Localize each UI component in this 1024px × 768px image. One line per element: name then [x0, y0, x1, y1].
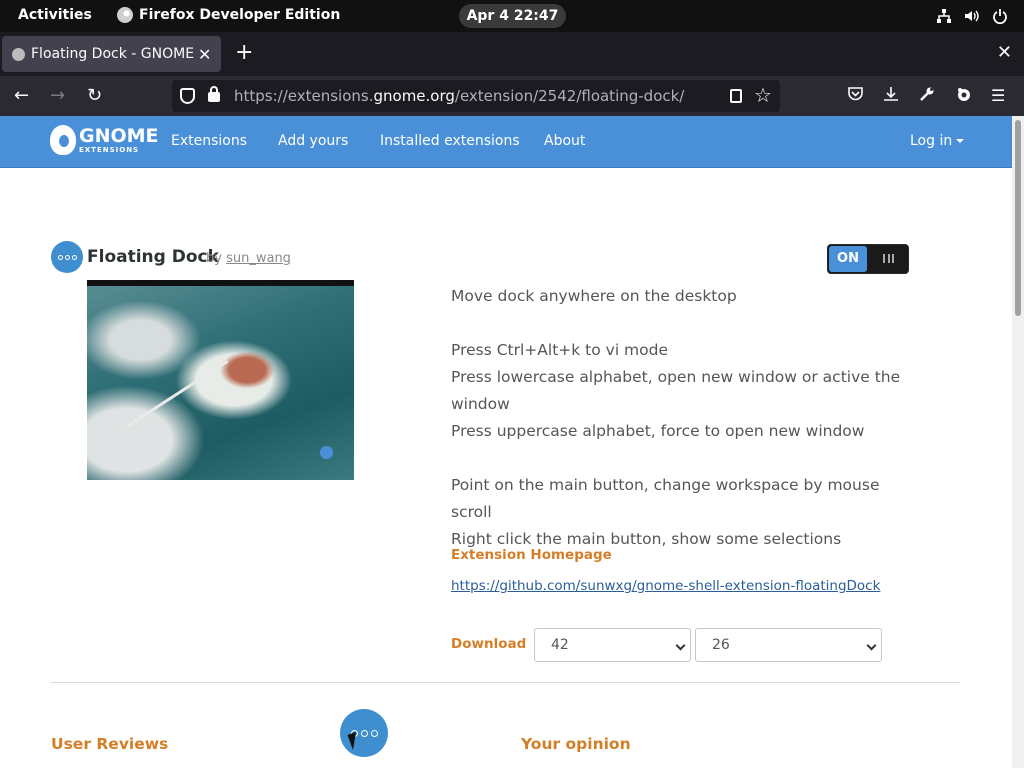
nav-about[interactable]: About	[544, 133, 585, 149]
scrollbar-thumb[interactable]	[1015, 120, 1021, 316]
description-line: Press lowercase alphabet, open new windo…	[451, 368, 901, 413]
downloads-icon[interactable]	[883, 86, 899, 107]
volume-icon[interactable]	[964, 8, 980, 24]
window-close-button[interactable]: ✕	[997, 44, 1012, 62]
user-reviews-heading: User Reviews	[51, 735, 169, 753]
network-icon[interactable]	[936, 8, 952, 24]
shell-version-select[interactable]: 42	[534, 628, 691, 662]
extension-icon[interactable]	[955, 86, 971, 107]
nav-add-yours[interactable]: Add yours	[278, 133, 348, 149]
bookmark-star-icon[interactable]: ☆	[754, 83, 772, 107]
screenshot-bridge	[126, 359, 229, 428]
extension-toggle-switch[interactable]: ON	[827, 244, 909, 274]
toggle-grip-icon	[883, 254, 894, 263]
extension-name: Floating Dock	[87, 247, 219, 267]
gnome-extensions-logo[interactable]: GNOME EXTENSIONS	[50, 125, 159, 155]
section-divider	[51, 682, 960, 683]
description-line: Press uppercase alphabet, force to open …	[451, 422, 865, 440]
extension-icon	[51, 241, 83, 273]
logo-word: GNOME	[79, 124, 159, 147]
homepage-heading: Extension Homepage	[451, 547, 612, 563]
screenshot-dock-icon	[320, 446, 333, 459]
login-dropdown[interactable]: Log in	[910, 133, 965, 149]
homepage-link[interactable]: https://github.com/sunwxg/gnome-shell-ex…	[451, 578, 880, 594]
description-line: Press Ctrl+Alt+k to vi mode	[451, 341, 669, 359]
system-tray[interactable]	[936, 8, 1008, 25]
description-line: Move dock anywhere on the desktop	[451, 287, 737, 305]
wrench-icon[interactable]	[919, 86, 935, 107]
tab-bar: Floating Dock - GNOME S ✕ + ✕	[0, 32, 1024, 76]
site-header: GNOME EXTENSIONS Extensions Add yours In…	[0, 116, 1012, 168]
nav-installed-extensions[interactable]: Installed extensions	[380, 133, 520, 149]
new-tab-button[interactable]: +	[235, 42, 253, 64]
tab-title: Floating Dock - GNOME S	[31, 46, 196, 62]
toggle-on-label: ON	[829, 246, 867, 272]
nav-extensions[interactable]: Extensions	[171, 133, 247, 149]
caret-down-icon	[956, 139, 965, 143]
extension-version-select[interactable]: 26	[695, 628, 882, 662]
power-icon[interactable]	[992, 8, 1008, 25]
extension-byline: by sun_wang	[206, 251, 291, 266]
firefox-icon	[117, 7, 133, 23]
your-opinion-heading: Your opinion	[521, 735, 631, 753]
tab-close-icon[interactable]: ✕	[198, 45, 211, 64]
floating-dock-button[interactable]	[340, 709, 388, 757]
chevron-down-icon	[866, 640, 877, 651]
reload-button[interactable]: ↻	[87, 86, 102, 106]
clock[interactable]: Apr 4 22:47	[459, 4, 566, 28]
logo-sub: EXTENSIONS	[79, 145, 140, 154]
url-text[interactable]: https://extensions.gnome.org/extension/2…	[234, 87, 684, 105]
extension-description: Move dock anywhere on the desktop Press …	[451, 283, 921, 553]
gnome-foot-icon	[50, 125, 76, 155]
menu-icon[interactable]: ☰	[991, 86, 1005, 106]
gnome-favicon-icon	[12, 47, 25, 61]
download-heading: Download	[451, 636, 527, 652]
app-menu[interactable]: Firefox Developer Edition	[117, 7, 340, 23]
pocket-icon[interactable]	[847, 86, 864, 107]
navigation-toolbar: ← → ↻ https://extensions.gnome.org/exten…	[0, 76, 1024, 116]
tab-floating-dock[interactable]: Floating Dock - GNOME S ✕	[2, 36, 221, 72]
description-line: Point on the main button, change workspa…	[451, 476, 880, 521]
reader-view-icon[interactable]	[730, 89, 742, 103]
lock-icon[interactable]	[208, 86, 220, 102]
gnome-top-bar: Activities Firefox Developer Edition Apr…	[0, 0, 1024, 32]
author-link[interactable]: sun_wang	[226, 251, 291, 266]
url-bar[interactable]: https://extensions.gnome.org/extension/2…	[172, 80, 780, 112]
tracking-protection-icon[interactable]	[180, 88, 195, 104]
chevron-down-icon	[675, 640, 686, 651]
extension-screenshot[interactable]	[87, 280, 354, 480]
page-scrollbar[interactable]	[1012, 116, 1024, 768]
activities-button[interactable]: Activities	[18, 7, 92, 23]
app-name: Firefox Developer Edition	[139, 7, 341, 23]
screenshot-top-bar	[87, 280, 354, 286]
forward-button[interactable]: →	[50, 86, 65, 106]
back-button[interactable]: ←	[14, 86, 29, 106]
